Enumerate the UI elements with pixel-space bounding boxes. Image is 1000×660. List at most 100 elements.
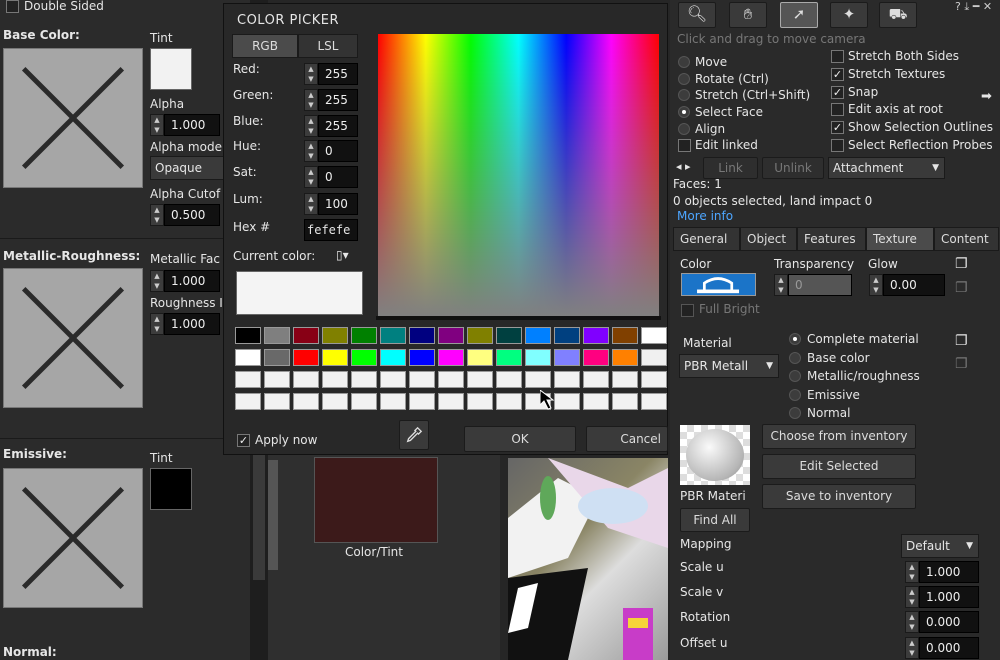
palette-swatch[interactable]: [351, 371, 377, 388]
palette-swatch[interactable]: [583, 327, 609, 344]
palette-swatch[interactable]: [438, 327, 464, 344]
palette-swatch[interactable]: [467, 327, 493, 344]
edit-selected-button[interactable]: Edit Selected: [762, 454, 916, 479]
create-tool-button[interactable]: ✦: [830, 2, 868, 28]
link-arrows-icon[interactable]: ◂ ▸: [676, 160, 691, 173]
material-copy-icon[interactable]: ❐: [955, 333, 968, 349]
palette-swatch[interactable]: [380, 393, 406, 410]
base-tint-swatch[interactable]: [150, 48, 192, 90]
snap-arrow-icon[interactable]: ➡: [981, 89, 992, 104]
palette-swatch[interactable]: [496, 327, 522, 344]
edit-axis-checkbox[interactable]: [831, 103, 844, 116]
hue-spinner[interactable]: ▲ ▼ 0: [304, 140, 358, 162]
palette-swatch[interactable]: [554, 327, 580, 344]
palette-swatch[interactable]: [612, 349, 638, 366]
clipboard-icon[interactable]: ▯▾: [336, 248, 349, 262]
scale-u-spinner[interactable]: ▲ ▼ 1.000: [905, 561, 979, 583]
palette-swatch[interactable]: [322, 349, 348, 366]
palette-swatch[interactable]: [467, 371, 493, 388]
palette-swatch[interactable]: [612, 371, 638, 388]
palette-swatch[interactable]: [293, 327, 319, 344]
palette-swatch[interactable]: [467, 393, 493, 410]
stretch-both-checkbox[interactable]: [831, 50, 844, 63]
offset-u-spinner[interactable]: ▲ ▼ 0.000: [905, 637, 979, 659]
move-radio[interactable]: [678, 56, 690, 68]
stretch-radio[interactable]: [678, 89, 690, 101]
palette-swatch[interactable]: [264, 371, 290, 388]
normal-radio[interactable]: [789, 407, 801, 419]
palette-swatch[interactable]: [496, 349, 522, 366]
metallic-roughness-texture[interactable]: [3, 268, 143, 408]
roughness-spinner[interactable]: ▲ ▼ 1.000: [150, 313, 220, 335]
edit-linked-checkbox[interactable]: [678, 139, 691, 152]
tab-general[interactable]: General: [673, 227, 740, 251]
sat-spinner[interactable]: ▲ ▼ 0: [304, 166, 358, 188]
find-all-button[interactable]: Find All: [680, 508, 750, 532]
apply-now-checkbox[interactable]: ✓: [237, 434, 250, 447]
snap-checkbox[interactable]: ✓: [831, 86, 844, 99]
paste-icon[interactable]: ❐: [955, 280, 968, 296]
base-color-texture[interactable]: [3, 48, 143, 188]
green-spinner[interactable]: ▲ ▼ 255: [304, 89, 358, 111]
palette-swatch[interactable]: [612, 393, 638, 410]
palette-swatch[interactable]: [496, 393, 522, 410]
palette-swatch[interactable]: [235, 393, 261, 410]
palette-swatch[interactable]: [496, 371, 522, 388]
tab-content[interactable]: Content: [934, 227, 999, 251]
stretch-textures-checkbox[interactable]: ✓: [831, 68, 844, 81]
attachment-dropdown[interactable]: Attachment ▼: [828, 157, 945, 179]
unlink-button[interactable]: Unlink: [762, 157, 824, 179]
palette-swatch[interactable]: [264, 349, 290, 366]
palette-swatch[interactable]: [467, 349, 493, 366]
palette-swatch[interactable]: [293, 393, 319, 410]
scene-viewport[interactable]: [508, 458, 668, 660]
palette-swatch[interactable]: [641, 371, 667, 388]
blue-spinner[interactable]: ▲ ▼ 255: [304, 115, 358, 137]
palette-swatch[interactable]: [380, 371, 406, 388]
move-tool-button[interactable]: ✋︎: [729, 2, 767, 28]
select-face-radio[interactable]: [678, 106, 690, 118]
lum-spinner[interactable]: ▲ ▼ 100: [304, 193, 358, 215]
ok-button[interactable]: OK: [464, 426, 576, 452]
emissive-radio[interactable]: [789, 389, 801, 401]
palette-swatch[interactable]: [554, 371, 580, 388]
palette-swatch[interactable]: [351, 393, 377, 410]
palette-swatch[interactable]: [380, 349, 406, 366]
palette-swatch[interactable]: [525, 371, 551, 388]
alpha-cutoff-spinner[interactable]: ▲ ▼ 0.500: [150, 204, 220, 226]
palette-swatch[interactable]: [235, 327, 261, 344]
red-spinner[interactable]: ▲ ▼ 255: [304, 63, 358, 85]
material-type-dropdown[interactable]: PBR Metall ▼: [679, 354, 779, 378]
align-radio[interactable]: [678, 123, 690, 135]
palette-swatch[interactable]: [351, 349, 377, 366]
palette-swatch[interactable]: [322, 371, 348, 388]
tab-rgb[interactable]: RGB: [232, 34, 298, 58]
palette-swatch[interactable]: [380, 327, 406, 344]
focus-tool-button[interactable]: 🔍︎: [678, 2, 716, 28]
mapping-dropdown[interactable]: Default ▼: [901, 534, 979, 558]
glow-spinner[interactable]: ▲ ▼ 0.00: [869, 274, 945, 296]
copy-icon[interactable]: ❐: [955, 256, 968, 272]
palette-swatch[interactable]: [641, 393, 667, 410]
palette-swatch[interactable]: [409, 349, 435, 366]
palette-swatch[interactable]: [525, 327, 551, 344]
base-color-radio[interactable]: [789, 352, 801, 364]
palette-swatch[interactable]: [612, 327, 638, 344]
palette-swatch[interactable]: [525, 349, 551, 366]
cancel-button[interactable]: Cancel: [586, 426, 668, 452]
tab-object[interactable]: Object: [740, 227, 797, 251]
tab-features[interactable]: Features: [797, 227, 866, 251]
rotate-radio[interactable]: [678, 73, 690, 85]
choose-inventory-button[interactable]: Choose from inventory: [762, 424, 916, 449]
full-bright-checkbox[interactable]: [681, 304, 694, 317]
transparency-spinner[interactable]: ▲ ▼ 0: [774, 274, 852, 296]
alpha-spinner[interactable]: ▲ ▼ 1.000: [150, 114, 220, 136]
palette-swatch[interactable]: [293, 349, 319, 366]
palette-swatch[interactable]: [351, 327, 377, 344]
rotation-spinner[interactable]: ▲ ▼ 0.000: [905, 611, 979, 633]
material-paste-icon[interactable]: ❐: [955, 356, 968, 372]
palette-swatch[interactable]: [264, 393, 290, 410]
show-outlines-checkbox[interactable]: ✓: [831, 121, 844, 134]
link-button[interactable]: Link: [703, 157, 758, 179]
palette-swatch[interactable]: [583, 393, 609, 410]
